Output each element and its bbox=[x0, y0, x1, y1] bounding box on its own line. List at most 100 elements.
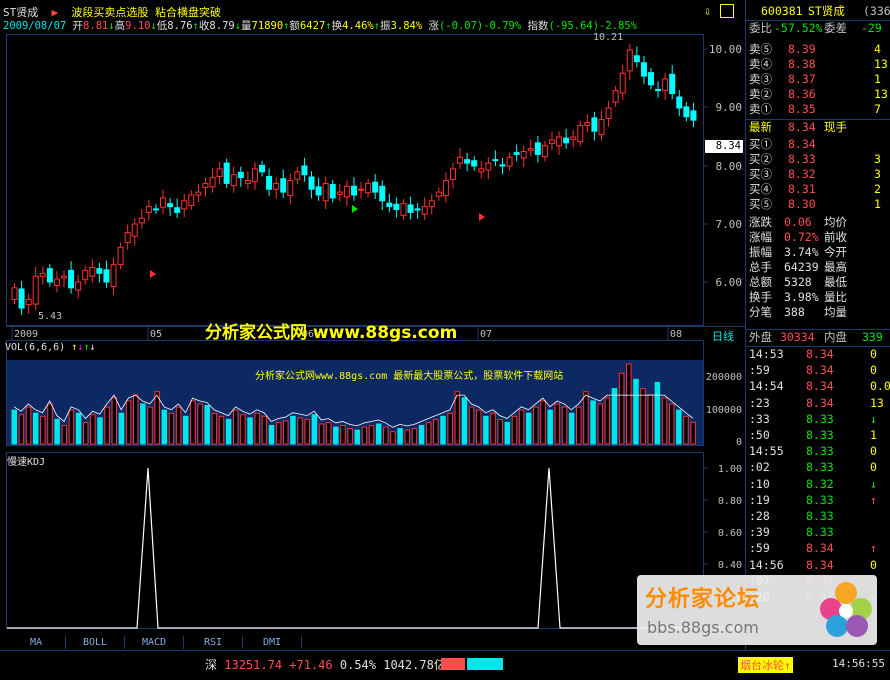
tick-price: 8.34 bbox=[806, 379, 834, 394]
candle-body bbox=[640, 62, 647, 77]
candle-body bbox=[96, 268, 103, 274]
volume-bar bbox=[204, 405, 210, 445]
latest-value: 8.34 bbox=[788, 120, 816, 134]
tab-boll[interactable]: BOLL bbox=[66, 636, 125, 649]
volume-y-axis: 200000 100000 0 bbox=[706, 372, 742, 448]
tick-price: 8.33 bbox=[806, 428, 834, 442]
tick-price: 8.33 bbox=[806, 509, 834, 523]
quote-title: 600381 ST贤成 (336) bbox=[746, 4, 890, 19]
tick-price: 8.32 bbox=[806, 476, 834, 491]
sell-row: 卖⑤ 8.39 4 bbox=[746, 42, 890, 57]
buy-level: 买① bbox=[749, 137, 772, 151]
buy-row: 买③ 8.32 3 bbox=[746, 167, 890, 182]
candle-body bbox=[527, 148, 534, 151]
quote-panel[interactable]: 600381 ST贤成 (336) 委比 -57.52% 委差 -29 卖⑤ 8.… bbox=[745, 0, 890, 650]
candle-body bbox=[457, 156, 464, 164]
tick-list[interactable]: 14:53 8.34 0:59 8.34 0 14:54 8.34 0.0:23 8.34 13:… bbox=[746, 346, 890, 604]
tab-rsi[interactable]: RSI bbox=[184, 636, 243, 649]
candle-body bbox=[315, 186, 322, 196]
buy-price: 8.33 bbox=[788, 152, 816, 166]
stat-value: 0.72% bbox=[784, 230, 819, 244]
tick-price: 8.34 bbox=[806, 557, 834, 572]
volume-bar bbox=[297, 417, 303, 445]
sell-volume: 7 bbox=[874, 102, 881, 116]
candle-body bbox=[421, 206, 428, 215]
candle-body bbox=[32, 275, 39, 305]
volume-bar bbox=[47, 403, 53, 445]
volume-bar bbox=[526, 412, 532, 445]
volume-bar bbox=[240, 414, 246, 445]
candle-body bbox=[485, 162, 492, 171]
volume-bar bbox=[425, 421, 432, 445]
tick-volume: ↑ bbox=[870, 541, 877, 556]
index-ticker[interactable]: 深 13251.74 +71.46 0.54% 1042.78亿 bbox=[205, 656, 446, 673]
buy-volume: 3 bbox=[874, 167, 881, 181]
candle-body bbox=[365, 182, 372, 194]
stat-label: 涨幅 bbox=[749, 230, 772, 244]
stat-label: 总额 bbox=[749, 275, 772, 289]
volume-bar bbox=[611, 388, 618, 445]
kdj-tick-label: 0.40 bbox=[718, 560, 742, 571]
volume-bar bbox=[454, 391, 461, 445]
candle-body bbox=[435, 191, 442, 197]
volume-bar bbox=[254, 412, 260, 445]
tick-volume: ↑ bbox=[870, 492, 877, 507]
kdj-tick-label: 0.60 bbox=[718, 528, 742, 539]
x-tick-label: 2009 bbox=[14, 329, 38, 340]
volume-bar bbox=[475, 409, 482, 445]
tick-time: 14:54 bbox=[749, 379, 784, 394]
candle-body bbox=[39, 272, 46, 277]
candle-body bbox=[230, 174, 237, 187]
tick-time: :10 bbox=[749, 476, 770, 491]
candle-body bbox=[25, 298, 32, 306]
download-icon[interactable]: ⇩ bbox=[704, 4, 718, 18]
tab-macd[interactable]: MACD bbox=[125, 636, 184, 649]
candle-body bbox=[669, 73, 676, 94]
tick-row: :59 8.34 0 bbox=[746, 363, 890, 378]
tick-price: 8.34 bbox=[806, 541, 834, 556]
stat-row: 分笔 388 均量 bbox=[746, 305, 890, 320]
candle-body bbox=[301, 165, 308, 176]
market-label: 深 bbox=[205, 658, 218, 672]
chart-area[interactable]: ST贤成 ▶ 波段买卖点选股 粘合横盘突破 2009/08/07 开8.81↓高… bbox=[0, 0, 745, 650]
tab-dmi[interactable]: DMI bbox=[243, 636, 302, 649]
volume-bar bbox=[154, 391, 160, 445]
tick-row: :10 8.32 ↓ bbox=[746, 477, 890, 492]
tick-time: 14:56 bbox=[749, 557, 784, 572]
candle-body bbox=[188, 194, 195, 206]
candle-body bbox=[541, 145, 548, 158]
index-change-value: +71.46 bbox=[289, 658, 333, 672]
volume-bar bbox=[404, 429, 411, 445]
stat-row: 换手 3.98% 量比 bbox=[746, 290, 890, 305]
candle-body bbox=[492, 159, 499, 162]
period-label[interactable]: 日线 bbox=[712, 328, 734, 344]
tick-time: 14:53 bbox=[749, 347, 784, 361]
volume-bar bbox=[140, 403, 146, 445]
candle-body bbox=[513, 152, 520, 155]
outer-inner-row: 外盘 30334 内盘 339 bbox=[746, 329, 890, 345]
volume-bar bbox=[283, 420, 289, 445]
tick-row: 14:54 8.34 0.0 bbox=[746, 379, 890, 394]
volume-bar bbox=[183, 415, 189, 445]
ticker-right-item[interactable]: 烟台冰轮↑ bbox=[738, 657, 793, 673]
volume-bar bbox=[390, 431, 396, 445]
candle-body bbox=[329, 184, 336, 199]
signal-marker bbox=[150, 270, 156, 278]
volume-bar bbox=[690, 421, 696, 445]
buy-row: 买② 8.33 3 bbox=[746, 152, 890, 167]
buy-price: 8.32 bbox=[788, 167, 816, 181]
tab-ma[interactable]: MA bbox=[7, 636, 66, 649]
kdj-line bbox=[7, 467, 703, 629]
candle-body bbox=[563, 137, 570, 144]
candle-body bbox=[251, 168, 258, 183]
candle-body bbox=[591, 117, 598, 132]
sell-level: 卖⑤ bbox=[749, 42, 772, 56]
tick-row: :39 8.33 bbox=[746, 525, 890, 540]
tick-time: :59 bbox=[749, 363, 770, 378]
volume-tick-label: 100000 bbox=[706, 405, 742, 416]
kdj-label: 慢速KDJ bbox=[7, 457, 46, 468]
window-icon[interactable] bbox=[720, 4, 734, 18]
volume-bar bbox=[397, 428, 403, 445]
price-tick-label: 8.00 bbox=[716, 160, 743, 173]
candle-body bbox=[556, 136, 563, 147]
